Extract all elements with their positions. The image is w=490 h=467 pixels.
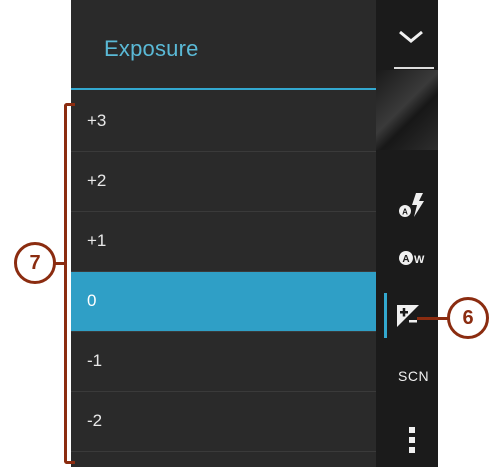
sidebar-divider: [394, 67, 434, 69]
svg-text:A: A: [402, 254, 409, 265]
exposure-option[interactable]: +2: [71, 152, 376, 212]
panel-title: Exposure: [104, 36, 199, 61]
more-vert-icon[interactable]: [408, 425, 416, 455]
svg-text:A: A: [402, 208, 408, 217]
exposure-option-selected[interactable]: 0: [71, 272, 376, 332]
svg-text:W: W: [414, 254, 425, 266]
camera-preview: [376, 70, 438, 150]
option-label: -1: [87, 351, 103, 370]
callout-connector: [417, 317, 448, 320]
option-label: -2: [87, 411, 103, 430]
white-balance-auto-icon[interactable]: A W: [398, 248, 430, 268]
exposure-icon[interactable]: [396, 304, 420, 328]
callout-list: 7: [14, 242, 56, 284]
collapse-chevron-icon[interactable]: [396, 28, 426, 46]
exposure-option[interactable]: -1: [71, 332, 376, 392]
exposure-options-list: +3 +2 +1 0 -1 -2: [71, 92, 376, 452]
title-divider: [71, 88, 376, 90]
option-label: +2: [87, 171, 107, 190]
flash-auto-icon[interactable]: A: [397, 190, 427, 220]
callout-exposure-button: 6: [447, 297, 489, 339]
exposure-option[interactable]: +1: [71, 212, 376, 272]
exposure-option[interactable]: -2: [71, 392, 376, 452]
exposure-option[interactable]: +3: [71, 92, 376, 152]
options-bracket: [64, 103, 75, 464]
selected-indicator: [384, 293, 387, 338]
scene-mode-button[interactable]: SCN: [398, 368, 429, 384]
option-label: +3: [87, 111, 107, 130]
option-label: +1: [87, 231, 107, 250]
option-label: 0: [87, 291, 97, 310]
